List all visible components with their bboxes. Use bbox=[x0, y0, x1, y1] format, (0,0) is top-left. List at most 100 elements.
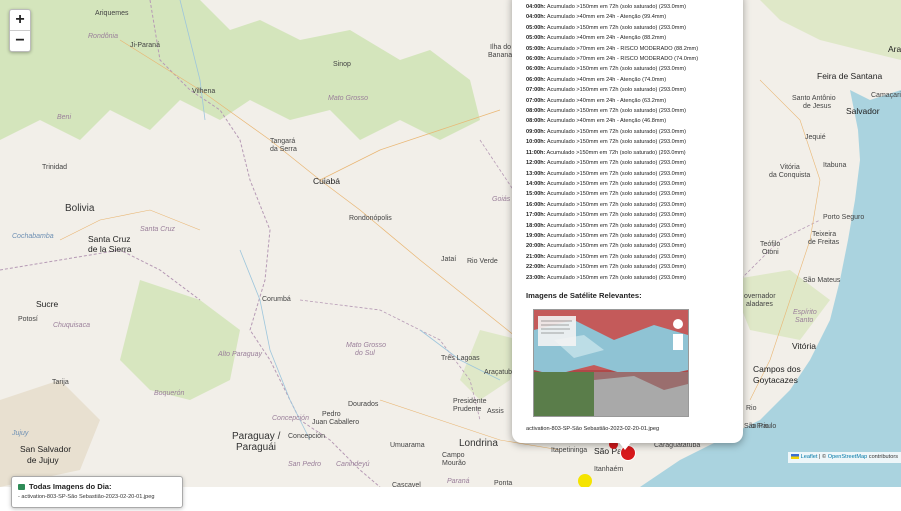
day-images-title-row: Todas Imagens do Dia: bbox=[18, 482, 112, 491]
place-label: Mato Grosso bbox=[346, 342, 387, 349]
place-label: Tarija bbox=[52, 379, 69, 386]
alert-time: 11:00h: bbox=[526, 149, 546, 156]
alert-time: 06:00h: bbox=[526, 56, 546, 63]
place-label: da Conquista bbox=[769, 172, 811, 179]
alert-text: Acumulado >70mm em 24h - RISCO MODERADO … bbox=[545, 45, 699, 52]
alert-text: Acumulado >150mm em 72h (solo saturado) … bbox=[545, 274, 686, 281]
place-label: o Frio bbox=[751, 423, 769, 430]
place-label: Santo Antônio bbox=[792, 95, 836, 102]
alert-time: 18:00h: bbox=[526, 222, 546, 229]
alert-log-row: 18:00h: Acumulado >150mm em 72h (solo sa… bbox=[526, 221, 736, 231]
alert-time: 17:00h: bbox=[526, 212, 546, 219]
alert-log-row: 23:00h: Acumulado >150mm em 72h (solo sa… bbox=[526, 273, 736, 283]
alert-log-row: 13:00h: Acumulado >150mm em 72h (solo sa… bbox=[526, 169, 736, 179]
place-label: Ilha do bbox=[490, 44, 512, 51]
alert-text: Acumulado >150mm em 72h (solo saturado) … bbox=[545, 264, 686, 271]
place-label: de Jesus bbox=[803, 103, 832, 110]
place-label: Alto Paraguay bbox=[218, 351, 262, 358]
leaflet-link[interactable]: Leaflet bbox=[801, 454, 818, 460]
alert-text: Acumulado >150mm em 72h (solo saturado) … bbox=[545, 212, 686, 219]
place-label: Otoni bbox=[762, 249, 779, 256]
place-label: Sucre bbox=[36, 299, 59, 309]
alert-text: Acumulado >150mm em 72h (solo saturado) … bbox=[545, 170, 686, 177]
alert-text: Acumulado >150mm em 72h (solo saturado) … bbox=[545, 253, 686, 260]
alert-text: Acumulado >150mm em 72h (solo saturado) … bbox=[545, 232, 686, 239]
map[interactable]: Ariquemes Rondônia Ji-Paraná Sinop Vilhena Ma… bbox=[0, 0, 901, 487]
alert-text: Acumulado >40mm em 24h - Atenção (46.8mm… bbox=[545, 118, 667, 125]
place-label: Itanhaém bbox=[594, 466, 624, 473]
camera-icon bbox=[18, 484, 25, 490]
alert-text: Acumulado >150mm em 72h (solo saturado) … bbox=[545, 191, 686, 198]
place-label: overnador bbox=[744, 293, 776, 300]
alert-time: 05:00h: bbox=[526, 45, 546, 52]
place-label: Caraguatatuba bbox=[654, 442, 701, 449]
place-label: Vitória bbox=[780, 164, 800, 171]
alert-time: 20:00h: bbox=[526, 243, 546, 250]
alert-text: Acumulado >150mm em 72h (solo saturado) … bbox=[545, 222, 686, 229]
place-label: Boquerón bbox=[154, 390, 185, 397]
place-label: Rio bbox=[746, 405, 757, 412]
alert-time: 05:00h: bbox=[526, 24, 546, 31]
alert-time: 05:00h: bbox=[526, 35, 546, 42]
alert-time: 13:00h: bbox=[526, 170, 546, 177]
alert-log-row: 07:00h: Acumulado >40mm em 24h - Atenção… bbox=[526, 96, 736, 106]
place-label: Canindeyú bbox=[336, 461, 370, 468]
alert-marker-yellow[interactable] bbox=[578, 474, 592, 487]
place-label: Campo bbox=[442, 452, 465, 459]
alert-time: 15:00h: bbox=[526, 191, 546, 198]
alert-time: 09:00h: bbox=[526, 128, 546, 135]
alert-popup: 04:00h: Acumulado >150mm em 72h (solo sa… bbox=[512, 0, 743, 443]
place-label: Dourados bbox=[348, 401, 379, 408]
ukraine-flag-icon bbox=[790, 454, 799, 460]
zoom-out-button[interactable]: − bbox=[10, 30, 30, 51]
place-label: de Jujuy bbox=[27, 455, 59, 465]
place-label: Beni bbox=[57, 114, 72, 121]
popup-tip bbox=[617, 440, 633, 450]
alert-text: Acumulado >150mm em 72h (solo saturado) … bbox=[545, 24, 686, 31]
alert-log-row: 07:00h: Acumulado >150mm em 72h (solo sa… bbox=[526, 85, 736, 95]
place-label: Santa Cruz bbox=[88, 234, 131, 244]
alert-text: Acumulado >40mm em 24h - Atenção (63.2mm… bbox=[545, 97, 667, 104]
place-label: Prudente bbox=[453, 406, 482, 413]
satellite-image-thumbnail[interactable] bbox=[533, 309, 689, 417]
alert-log-row: 08:00h: Acumulado >40mm em 24h - Atenção… bbox=[526, 116, 736, 126]
place-label: Juan Caballero bbox=[312, 419, 360, 426]
place-label: Vitória bbox=[792, 341, 816, 351]
alert-log-row: 06:00h: Acumulado >150mm em 72h (solo sa… bbox=[526, 64, 736, 74]
alert-log-row: 05:00h: Acumulado >40mm em 24h - Atenção… bbox=[526, 33, 736, 43]
day-image-link[interactable]: - activation-803-SP-São Sebastião-2023-0… bbox=[18, 494, 155, 500]
place-label: Itapetininga bbox=[551, 447, 588, 454]
place-label: Bolivia bbox=[65, 203, 95, 214]
place-label: Espírito bbox=[793, 309, 817, 316]
alert-time: 08:00h: bbox=[526, 108, 546, 115]
osm-link[interactable]: OpenStreetMap bbox=[828, 454, 868, 460]
place-label: Assis bbox=[487, 408, 504, 415]
alert-log-row: 10:00h: Acumulado >150mm em 72h (solo sa… bbox=[526, 137, 736, 147]
alert-text: Acumulado >150mm em 72h (solo saturado) … bbox=[545, 66, 686, 73]
alert-time: 04:00h: bbox=[526, 14, 546, 21]
alert-log-row: 08:00h: Acumulado >150mm em 72h (solo sa… bbox=[526, 106, 736, 116]
place-label: Potosí bbox=[18, 316, 38, 323]
alert-time: 07:00h: bbox=[526, 97, 546, 104]
satellite-image-caption: activation-803-SP-São Sebastião-2023-02-… bbox=[526, 426, 660, 432]
alert-text: Acumulado >150mm em 72h (solo saturado) … bbox=[545, 128, 686, 135]
alert-text: Acumulado >150mm em 72h (solo saturado) … bbox=[545, 139, 686, 146]
alert-text: Acumulado >40mm em 24h - Atenção (88.2mm… bbox=[545, 35, 667, 42]
place-label: Santa Cruz bbox=[140, 226, 176, 233]
place-label: San Pedro bbox=[288, 461, 322, 468]
satellite-images-title: Imagens de Satélite Relevantes: bbox=[526, 291, 642, 300]
alert-log-row: 05:00h: Acumulado >70mm em 24h - RISCO M… bbox=[526, 44, 736, 54]
zoom-in-button[interactable]: + bbox=[10, 10, 30, 30]
alert-log: 04:00h: Acumulado >150mm em 72h (solo sa… bbox=[526, 2, 736, 283]
alert-time: 04:00h: bbox=[526, 4, 546, 10]
place-label: aladares bbox=[746, 301, 773, 308]
place-label: Cascavel bbox=[392, 482, 421, 487]
place-label: Salvador bbox=[846, 106, 880, 116]
place-label: Três Lagoas bbox=[441, 355, 480, 362]
alert-time: 10:00h: bbox=[526, 139, 546, 146]
place-label: Pedro bbox=[322, 411, 341, 418]
alert-log-row: 16:00h: Acumulado >150mm em 72h (solo sa… bbox=[526, 200, 736, 210]
place-label: Porto Seguro bbox=[823, 214, 865, 221]
place-label: Vilhena bbox=[192, 88, 216, 95]
alert-log-row: 20:00h: Acumulado >150mm em 72h (solo sa… bbox=[526, 241, 736, 251]
